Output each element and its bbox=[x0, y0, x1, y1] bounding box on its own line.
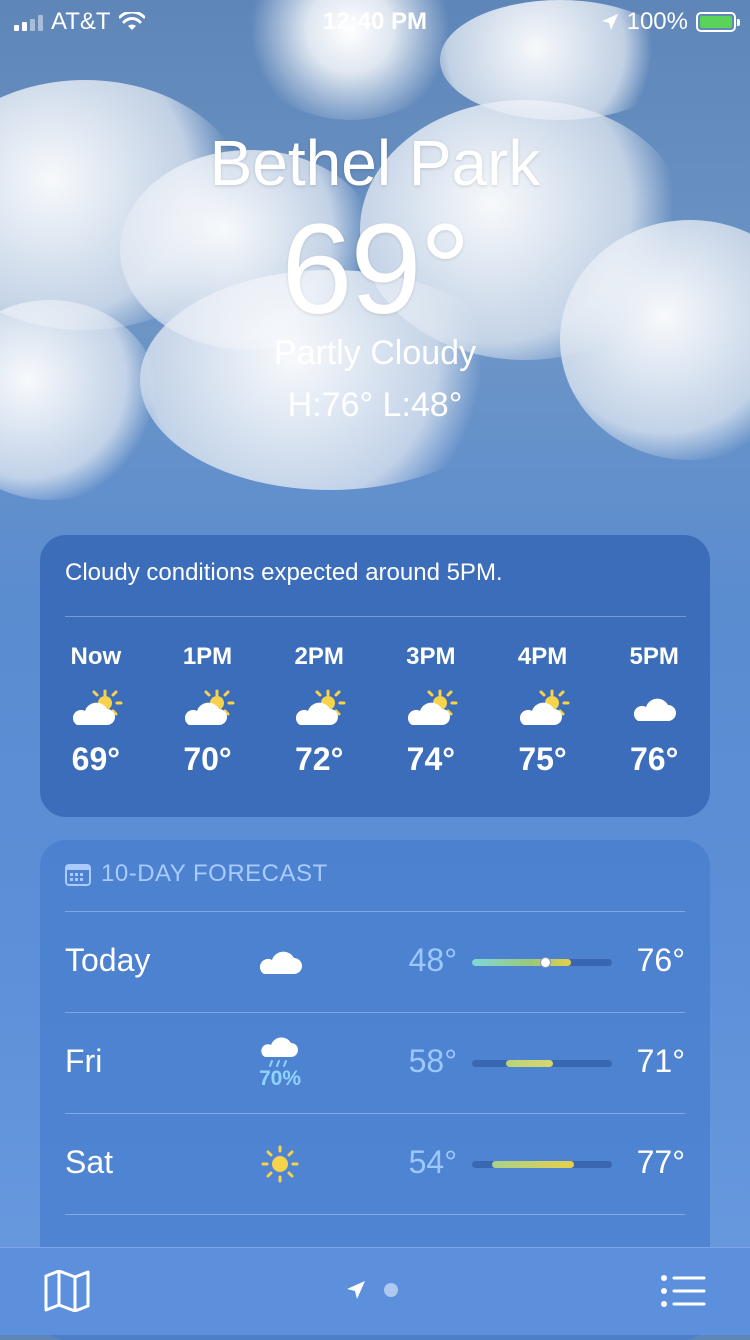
forecast-high: 77° bbox=[636, 1144, 685, 1180]
map-icon bbox=[44, 1269, 90, 1313]
high-low: H:76° L:48° bbox=[287, 386, 463, 424]
forecast-day: Today bbox=[65, 942, 151, 978]
sun-icon bbox=[250, 1128, 310, 1200]
hour-temp: 69° bbox=[71, 741, 121, 777]
forecast-high: 71° bbox=[636, 1043, 685, 1079]
temperature-range-bar bbox=[472, 1060, 612, 1067]
forecast-header: 10-DAY FORECAST bbox=[65, 860, 328, 888]
cloud-icon bbox=[250, 926, 310, 998]
partly-cloudy-icon bbox=[375, 681, 487, 737]
precip-chance: 70% bbox=[258, 1067, 302, 1090]
list-icon bbox=[661, 1275, 706, 1307]
range-fill bbox=[505, 1060, 554, 1067]
hour-item: 1PM 70° bbox=[152, 643, 264, 778]
location-arrow-icon bbox=[601, 14, 618, 30]
hourly-list[interactable]: Now 69° 1PM 70° 2PM 72° 3PM 74° 4PM 75° … bbox=[40, 643, 710, 778]
hour-time: 4PM bbox=[517, 643, 568, 670]
page-indicator[interactable] bbox=[346, 1280, 398, 1300]
temperature-range-bar bbox=[472, 957, 612, 968]
hour-temp: 72° bbox=[294, 741, 344, 777]
page-dot bbox=[384, 1283, 398, 1297]
hour-time: 3PM bbox=[406, 643, 456, 670]
forecast-title: 10-DAY FORECAST bbox=[101, 860, 328, 887]
range-fill bbox=[491, 1161, 575, 1168]
calendar-icon bbox=[65, 864, 91, 886]
cloud-icon bbox=[598, 681, 710, 737]
forecast-row-today[interactable]: Today 48° 76° bbox=[65, 911, 685, 1012]
hour-temp: 76° bbox=[630, 741, 679, 777]
hour-item: 4PM 75° bbox=[487, 643, 599, 778]
forecast-low: 58° bbox=[408, 1043, 457, 1079]
hour-temp: 70° bbox=[183, 741, 232, 777]
forecast-row-divider bbox=[65, 1214, 685, 1235]
partly-cloudy-icon bbox=[263, 681, 375, 737]
temperature-range-bar bbox=[472, 1161, 612, 1168]
forecast-low: 48° bbox=[408, 942, 457, 978]
hour-time: 1PM bbox=[182, 643, 233, 670]
battery-percent: 100% bbox=[626, 8, 688, 35]
status-bar: AT&T 12:40 PM 100% bbox=[0, 0, 750, 40]
hour-item: 2PM 72° bbox=[263, 643, 375, 778]
partly-cloudy-icon bbox=[487, 681, 599, 737]
forecast-day: Sat bbox=[65, 1144, 114, 1180]
hourly-forecast-card[interactable]: Cloudy conditions expected around 5PM. N… bbox=[40, 535, 710, 817]
hour-item: 5PM 76° bbox=[598, 643, 710, 778]
hour-time: 2PM bbox=[294, 643, 344, 670]
partly-cloudy-icon bbox=[40, 681, 152, 737]
location-arrow-icon bbox=[347, 1281, 365, 1299]
current-temp-marker bbox=[539, 957, 551, 968]
hour-time: 5PM bbox=[629, 643, 679, 670]
forecast-high: 76° bbox=[636, 942, 685, 978]
city-list-button[interactable] bbox=[660, 1274, 706, 1313]
bottom-toolbar bbox=[0, 1247, 750, 1335]
current-temperature: 69° bbox=[281, 198, 471, 341]
hour-temp: 75° bbox=[518, 741, 567, 777]
hour-temp: 74° bbox=[406, 741, 456, 777]
forecast-day: Fri bbox=[65, 1043, 103, 1079]
status-right: 100% bbox=[601, 8, 740, 36]
forecast-row-fri[interactable]: Fri 70% 58° 71° bbox=[65, 1012, 685, 1113]
map-button[interactable] bbox=[44, 1269, 90, 1317]
battery-icon bbox=[696, 12, 740, 32]
current-condition: Partly Cloudy bbox=[273, 334, 477, 372]
hour-time: Now bbox=[70, 643, 122, 670]
hour-item: 3PM 74° bbox=[375, 643, 487, 778]
hourly-summary: Cloudy conditions expected around 5PM. bbox=[65, 559, 503, 586]
rain-cloud-icon: 70% bbox=[250, 1027, 310, 1099]
forecast-row-sat[interactable]: Sat 54° 77° bbox=[65, 1113, 685, 1214]
city-name: Bethel Park bbox=[209, 127, 541, 199]
forecast-low: 54° bbox=[408, 1144, 457, 1180]
range-fill bbox=[472, 959, 572, 966]
divider bbox=[65, 616, 686, 617]
hour-item: Now 69° bbox=[40, 643, 152, 778]
partly-cloudy-icon bbox=[152, 681, 264, 737]
